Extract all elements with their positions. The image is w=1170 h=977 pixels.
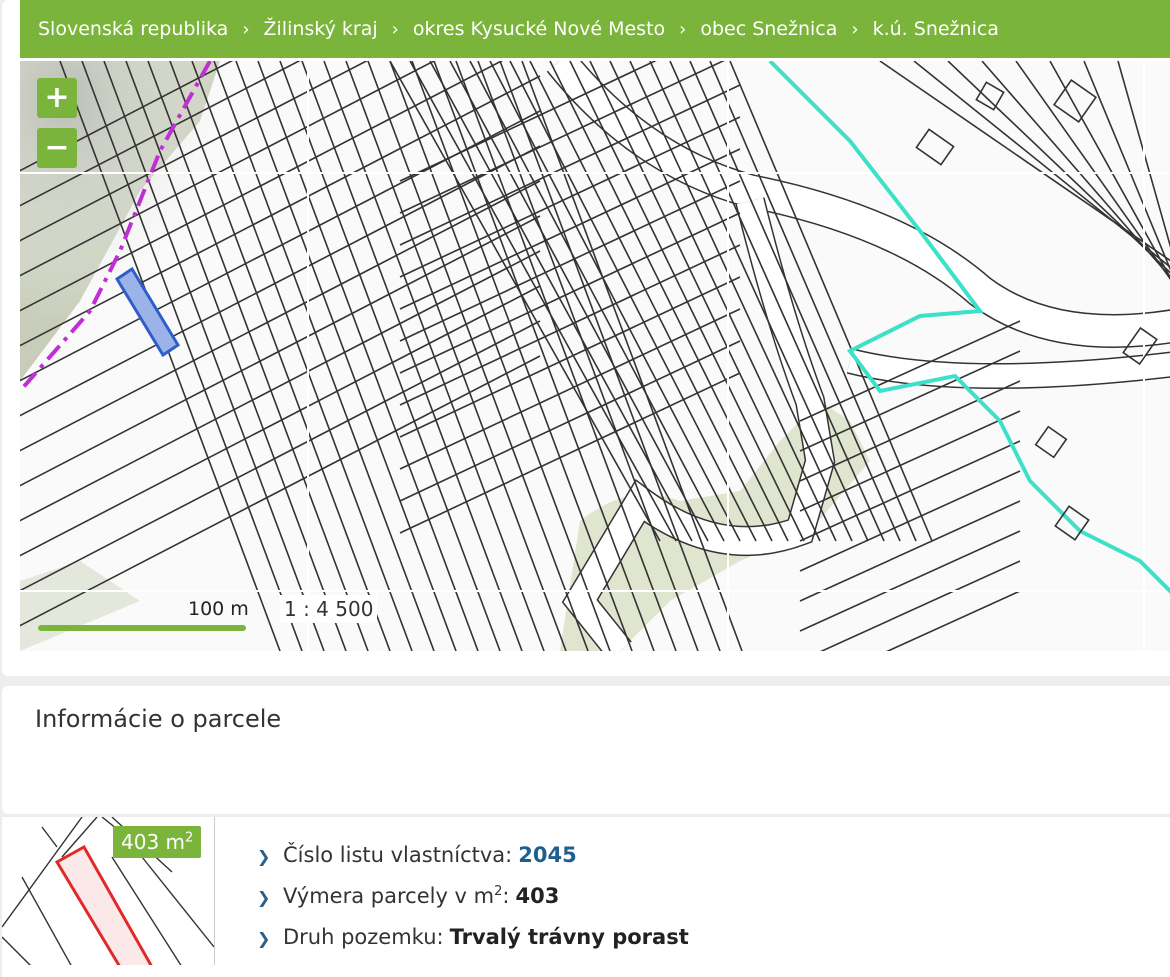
zoom-in-button[interactable]: +	[37, 78, 77, 118]
area-badge-sup: 2	[185, 830, 194, 846]
breadcrumb-item-country[interactable]: Slovenská republika	[38, 18, 228, 40]
detail-row-area: ❯ Výmera parcely v m2: 403	[257, 884, 689, 925]
chevron-right-icon: ❯	[257, 847, 271, 866]
chevron-right-icon: ❯	[257, 888, 271, 907]
breadcrumb-item-region[interactable]: Žilinský kraj	[264, 18, 378, 40]
ownership-sheet-link[interactable]: 2045	[518, 843, 576, 867]
area-badge: 403 m2	[113, 826, 202, 858]
breadcrumb-separator: ›	[242, 18, 250, 40]
breadcrumb-separator: ›	[679, 18, 687, 40]
parcel-detail-card: 403 m2 ❯ Číslo listu vlastníctva: 2045 ❯…	[2, 817, 1170, 977]
map-canvas[interactable]	[20, 61, 1170, 651]
parcel-info-card: Informácie o parcele	[2, 686, 1170, 814]
scale-ratio: 1 : 4 500	[280, 595, 378, 623]
area-label-suffix: :	[502, 884, 510, 908]
breadcrumb-item-municipality[interactable]: obec Snežnica	[700, 18, 837, 40]
chevron-right-icon: ❯	[257, 929, 271, 948]
parcel-thumbnail[interactable]: 403 m2	[2, 817, 215, 965]
breadcrumb-separator: ›	[391, 18, 399, 40]
breadcrumb: Slovenská republika › Žilinský kraj › ok…	[20, 0, 1170, 58]
scale-bar	[38, 625, 246, 631]
land-type-value: Trvalý trávny porast	[449, 925, 689, 949]
parcel-details-list: ❯ Číslo listu vlastníctva: 2045 ❯ Výmera…	[257, 843, 689, 966]
detail-row-land-type: ❯ Druh pozemku: Trvalý trávny porast	[257, 925, 689, 966]
detail-row-ownership-sheet: ❯ Číslo listu vlastníctva: 2045	[257, 843, 689, 884]
map-card: Slovenská republika › Žilinský kraj › ok…	[2, 0, 1170, 676]
zoom-out-button[interactable]: −	[37, 128, 77, 168]
breadcrumb-separator: ›	[851, 18, 859, 40]
breadcrumb-item-district[interactable]: okres Kysucké Nové Mesto	[413, 18, 665, 40]
breadcrumb-item-cadastre[interactable]: k.ú. Snežnica	[873, 18, 999, 40]
scale-distance-label: 100 m	[188, 598, 249, 620]
cadastral-map[interactable]: + − 100 m 1 : 4 500	[20, 61, 1170, 651]
area-label-text: Výmera parcely v m	[283, 884, 495, 908]
area-badge-value: 403 m	[121, 830, 186, 854]
area-value: 403	[515, 884, 560, 908]
area-label: Výmera parcely v m2:	[283, 884, 509, 908]
section-title: Informácie o parcele	[35, 705, 282, 733]
land-type-label: Druh pozemku:	[283, 925, 444, 949]
ownership-sheet-label: Číslo listu vlastníctva:	[283, 843, 513, 867]
